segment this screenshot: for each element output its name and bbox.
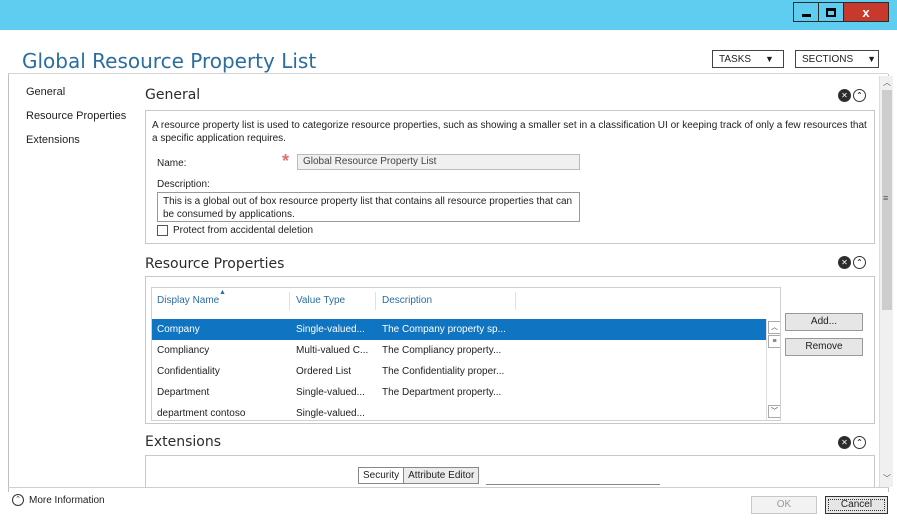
collapse-icon[interactable]: ⌃ [853,436,866,449]
tab-attribute-editor[interactable]: Attribute Editor [404,467,480,484]
general-panel: A resource property list is used to cate… [145,110,875,244]
extensions-section-title: Extensions [145,434,222,450]
cell-value-type: Multi-valued C... [296,345,369,356]
add-button[interactable]: Add... [785,313,863,331]
cell-value-type: Single-valued... [296,408,365,419]
column-header-description[interactable]: Description [382,295,432,306]
footer: ⌃ More Information OK Cancel [8,487,889,520]
tasks-label: TASKS [719,53,752,65]
required-icon: * [282,151,290,171]
table-row[interactable]: Confidentiality Ordered List The Confide… [152,361,766,382]
collapse-icon[interactable]: ⌃ [853,256,866,269]
cell-description: The Department property... [382,387,502,398]
chevron-down-icon: ▼ [867,54,877,64]
window-titlebar: x [0,0,897,30]
table-row[interactable]: Department Single-valued... The Departme… [152,382,766,403]
remove-button[interactable]: Remove [785,338,863,356]
name-field[interactable]: Global Resource Property List [297,154,580,170]
section-nav: General Resource Properties Extensions [26,86,126,158]
tab-panel-border [486,484,660,485]
collapse-icon[interactable]: ⌃ [853,89,866,102]
cell-value-type: Single-valued... [296,324,365,335]
extensions-tabs: Security Attribute Editor [358,467,480,484]
frame-border-left [8,74,9,492]
page-header: Global Resource Property List TASKS ▼ SE… [8,40,888,74]
sections-label: SECTIONS [802,53,854,65]
resource-properties-panel: Display Name ▲ Value Type Description Co… [145,276,875,424]
nav-item-resource-properties[interactable]: Resource Properties [26,110,126,134]
resource-properties-grid: Display Name ▲ Value Type Description Co… [151,287,781,421]
cell-display-name: Department [157,387,210,398]
sort-ascending-icon: ▲ [219,289,226,296]
window-controls: x [793,2,889,22]
sections-button[interactable]: SECTIONS ▼ [795,50,879,68]
maximize-button[interactable] [818,2,844,22]
nav-item-general[interactable]: General [26,86,126,110]
close-button[interactable]: x [843,2,889,22]
extensions-panel [145,455,875,487]
ok-button[interactable]: OK [751,496,817,514]
nav-item-extensions[interactable]: Extensions [26,134,126,158]
page-title: Global Resource Property List [22,49,317,73]
column-separator [375,292,376,310]
description-field[interactable]: This is a global out of box resource pro… [157,192,580,222]
cell-display-name: Company [157,324,200,335]
more-information-label: More Information [29,494,105,506]
protect-checkbox[interactable] [157,225,168,236]
tasks-button[interactable]: TASKS ▼ [712,50,784,68]
minimize-icon [801,13,811,17]
more-information-toggle[interactable]: ⌃ More Information [12,494,105,506]
general-description: A resource property list is used to cate… [152,120,867,144]
close-section-icon[interactable]: ✕ [838,89,851,102]
protect-label: Protect from accidental deletion [173,225,314,236]
column-separator [515,292,516,310]
scroll-up-icon[interactable]: ︿ [768,321,780,334]
close-section-icon[interactable]: ✕ [838,436,851,449]
resource-properties-section-controls: ✕ ⌃ [838,256,866,269]
tab-security[interactable]: Security [358,467,405,484]
cell-description: The Company property sp... [382,324,506,335]
name-label: Name: [157,158,187,169]
scroll-up-icon[interactable]: ︿ [881,77,893,89]
expand-up-icon: ⌃ [12,494,24,506]
table-row[interactable]: Compliancy Multi-valued C... The Complia… [152,340,766,361]
general-section-controls: ✕ ⌃ [838,89,866,102]
page-scrollbar[interactable]: ︿ ≡ ﹀ [879,76,893,487]
resource-properties-section-title: Resource Properties [145,256,285,272]
description-label: Description: [157,179,210,190]
column-separator [289,292,290,310]
column-header-value-type[interactable]: Value Type [296,295,345,306]
cell-display-name: Confidentiality [157,366,220,377]
cell-value-type: Ordered List [296,366,352,377]
scroll-down-icon[interactable]: ﹀ [768,405,780,418]
table-row[interactable]: Company Single-valued... The Company pro… [152,319,766,340]
scroll-thumb-icon[interactable]: ≡ [768,335,780,348]
cell-description: The Compliancy property... [382,345,502,356]
close-section-icon[interactable]: ✕ [838,256,851,269]
close-icon: x [862,4,870,20]
cell-value-type: Single-valued... [296,387,365,398]
cancel-button[interactable]: Cancel [825,496,888,514]
minimize-button[interactable] [793,2,819,22]
cell-description: The Confidentiality proper... [382,366,505,377]
scroll-down-icon[interactable]: ﹀ [881,473,893,485]
column-header-display-name[interactable]: Display Name [157,295,219,306]
grid-scrollbar[interactable]: ︿ ≡ ﹀ [766,319,780,420]
cell-display-name: department contoso [157,408,246,419]
extensions-section-controls: ✕ ⌃ [838,436,866,449]
cell-display-name: Compliancy [157,345,210,356]
general-section-title: General [145,87,201,103]
maximize-icon [826,7,836,17]
grip-icon: ≡ [883,193,889,203]
table-row[interactable]: department contoso Single-valued... [152,403,766,420]
chevron-down-icon: ▼ [765,54,774,64]
grid-header: Display Name ▲ Value Type Description [152,288,780,310]
